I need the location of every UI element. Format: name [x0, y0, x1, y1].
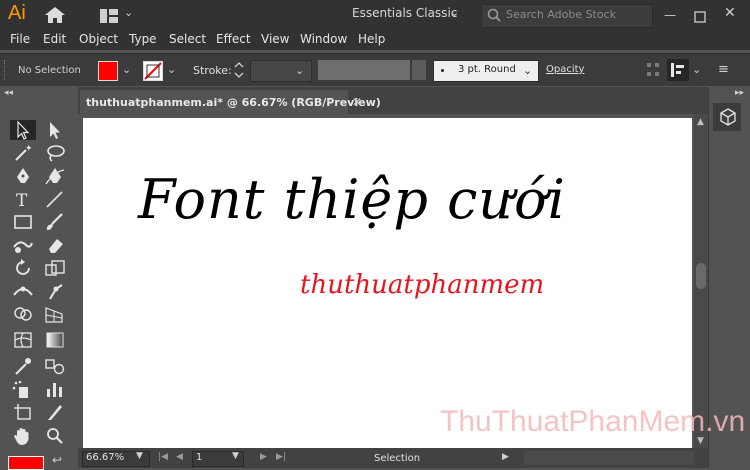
- chevron-down-icon[interactable]: ▼: [232, 451, 239, 461]
- lasso-tool-icon[interactable]: [42, 143, 68, 163]
- brush-definition-value: 3 pt. Round: [458, 64, 516, 75]
- column-graph-tool-icon[interactable]: [42, 379, 68, 399]
- expand-panels-icon[interactable]: ▸▸: [735, 88, 744, 98]
- artboard-number-value: 1: [196, 452, 203, 463]
- libraries-cube-icon[interactable]: [719, 108, 737, 126]
- svg-text:✦: ✦: [25, 144, 33, 154]
- stroke-weight-stepper[interactable]: [232, 59, 246, 81]
- first-artboard-icon[interactable]: |◀: [158, 452, 168, 462]
- menu-edit[interactable]: Edit: [43, 32, 66, 46]
- chevron-down-icon[interactable]: ⌄: [167, 63, 176, 76]
- home-icon[interactable]: [44, 6, 66, 24]
- swap-fill-stroke-icon[interactable]: ↩: [52, 453, 62, 467]
- selection-tool-icon[interactable]: [10, 120, 36, 140]
- selection-status: No Selection: [18, 65, 81, 76]
- menu-effect[interactable]: Effect: [216, 32, 251, 46]
- eyedropper-tool-icon[interactable]: [10, 356, 36, 376]
- opacity-link[interactable]: Opacity: [546, 64, 584, 75]
- mesh-tool-icon[interactable]: [10, 330, 36, 350]
- variable-width-dropdown[interactable]: [412, 60, 426, 80]
- fill-color-swatch[interactable]: [98, 61, 118, 81]
- chevron-down-icon[interactable]: ⌄: [450, 6, 459, 19]
- workspace-switcher[interactable]: Essentials Classic: [352, 6, 457, 20]
- chevron-down-icon[interactable]: ⌄: [523, 64, 532, 77]
- zoom-level-value: 66.67%: [86, 452, 125, 463]
- artboard-subtitle-text[interactable]: thuthuatphanmem: [300, 270, 544, 300]
- transform-icon[interactable]: [667, 59, 689, 81]
- line-segment-tool-icon[interactable]: [42, 189, 68, 209]
- document-tab-title[interactable]: thuthuatphanmem.ai* @ 66.67% (RGB/Previe…: [86, 96, 381, 109]
- menu-type[interactable]: Type: [129, 32, 157, 46]
- direct-selection-tool-icon[interactable]: [42, 120, 68, 140]
- slice-tool-icon[interactable]: [42, 402, 68, 422]
- panel-menu-icon[interactable]: ≡: [718, 62, 729, 77]
- collapse-panel-icon[interactable]: ◂◂: [4, 88, 13, 98]
- watermark-text: ThuThuatPhanMem.vn: [440, 405, 746, 438]
- perspective-grid-tool-icon[interactable]: [42, 304, 68, 324]
- menu-help[interactable]: Help: [358, 32, 385, 46]
- shaper-tool-icon[interactable]: [10, 235, 36, 255]
- zoom-tool-icon[interactable]: [42, 426, 68, 446]
- rotate-tool-icon[interactable]: [10, 258, 36, 278]
- chevron-down-icon[interactable]: ⌄: [124, 6, 133, 19]
- pen-tool-icon[interactable]: [10, 166, 36, 186]
- maximize-button[interactable]: [694, 8, 706, 23]
- close-button[interactable]: ✕: [724, 5, 736, 21]
- eraser-tool-icon[interactable]: [42, 235, 68, 255]
- curvature-tool-icon[interactable]: [42, 166, 68, 186]
- type-tool-icon[interactable]: T: [10, 189, 36, 211]
- align-icon[interactable]: [645, 61, 661, 79]
- paintbrush-tool-icon[interactable]: [42, 212, 68, 232]
- panel-grip[interactable]: [4, 60, 9, 80]
- menu-object[interactable]: Object: [79, 32, 118, 46]
- scale-tool-icon[interactable]: [42, 258, 68, 278]
- previous-artboard-icon[interactable]: ◀: [176, 452, 183, 462]
- scroll-thumb[interactable]: [696, 263, 706, 289]
- search-icon: [486, 7, 502, 23]
- app-logo: Ai: [8, 2, 26, 24]
- menu-window[interactable]: Window: [300, 32, 347, 46]
- menu-file[interactable]: File: [10, 32, 30, 46]
- blend-tool-icon[interactable]: [42, 356, 68, 376]
- minimize-button[interactable]: —: [664, 8, 676, 22]
- magic-wand-tool-icon[interactable]: ✦: [10, 143, 36, 163]
- close-tab-icon[interactable]: ✕: [352, 95, 362, 109]
- chevron-down-icon[interactable]: ⌄: [692, 63, 701, 76]
- chevron-down-icon[interactable]: ▼: [136, 451, 143, 461]
- svg-text:T: T: [16, 191, 28, 209]
- menu-view[interactable]: View: [261, 32, 289, 46]
- stroke-label[interactable]: Stroke:: [193, 64, 232, 77]
- menu-select[interactable]: Select: [169, 32, 206, 46]
- rectangle-tool-icon[interactable]: [10, 212, 36, 232]
- chevron-down-icon[interactable]: ⌄: [295, 64, 304, 77]
- stroke-color-swatch[interactable]: [143, 61, 163, 81]
- next-artboard-icon[interactable]: ▶: [260, 452, 267, 462]
- brush-dot-icon: [441, 69, 444, 72]
- chevron-down-icon[interactable]: ⌄: [122, 63, 131, 76]
- search-placeholder: Search Adobe Stock: [506, 8, 617, 21]
- artboard-title-text[interactable]: Font thiệp cưới: [138, 168, 566, 231]
- arrange-documents-icon[interactable]: [100, 8, 118, 23]
- scroll-up-icon[interactable]: ▲: [697, 117, 704, 127]
- puppet-warp-tool-icon[interactable]: [42, 281, 68, 301]
- gradient-tool-icon[interactable]: [42, 330, 68, 350]
- variable-width-profile[interactable]: [318, 60, 410, 80]
- horizontal-scrollbar[interactable]: [524, 451, 694, 465]
- shape-builder-tool-icon[interactable]: [10, 304, 36, 324]
- artboard-tool-icon[interactable]: [10, 402, 36, 422]
- width-tool-icon[interactable]: [10, 281, 36, 301]
- status-tool-name[interactable]: Selection: [374, 453, 420, 464]
- symbol-sprayer-tool-icon[interactable]: [10, 379, 36, 399]
- last-artboard-icon[interactable]: ▶|: [276, 452, 286, 462]
- status-menu-arrow-icon[interactable]: ▶: [502, 452, 509, 462]
- hand-tool-icon[interactable]: [10, 426, 36, 446]
